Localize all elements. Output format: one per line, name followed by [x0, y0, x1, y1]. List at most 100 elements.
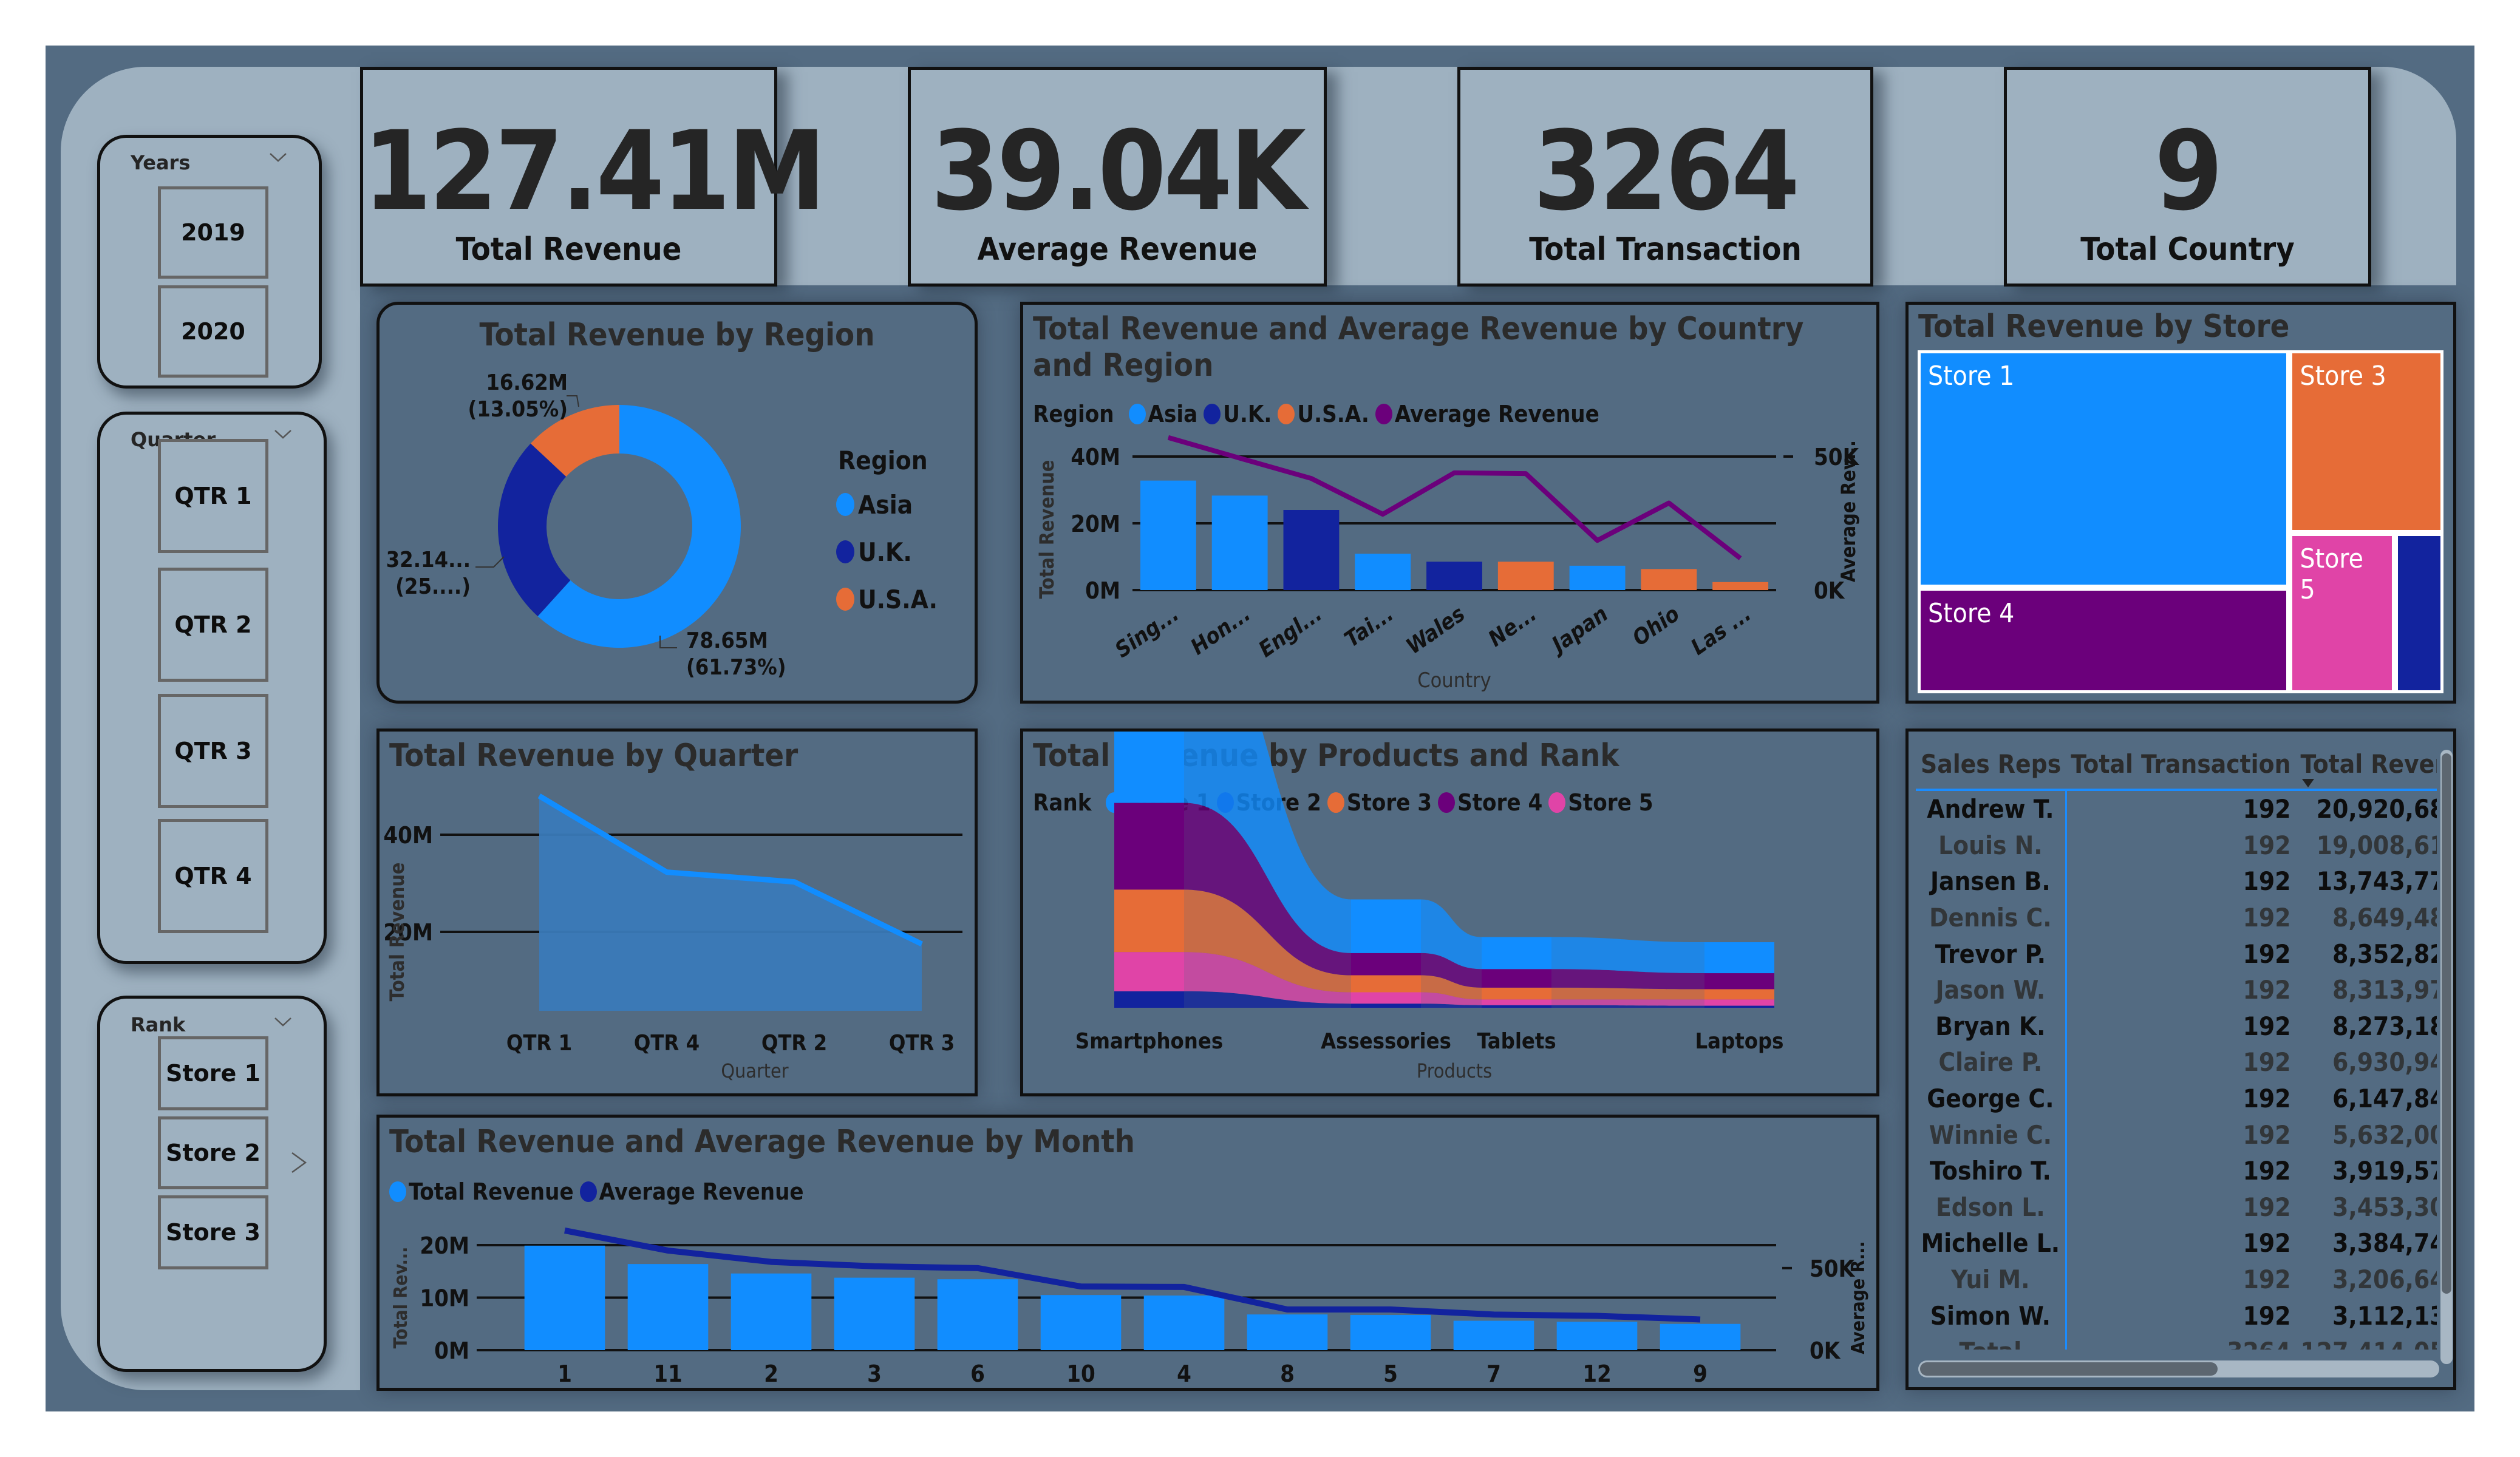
- horizontal-scrollbar[interactable]: [1918, 1360, 2439, 1377]
- ribbon-segment[interactable]: [1114, 889, 1184, 953]
- slicer-item-store-3[interactable]: Store 3: [158, 1195, 268, 1269]
- table-row[interactable]: Winnie C. 192 5,632,002: [1916, 1116, 2437, 1153]
- legend-item[interactable]: Asia: [836, 481, 938, 528]
- table-row[interactable]: Yui M. 192 3,206,644: [1916, 1261, 2437, 1298]
- chevron-down-icon[interactable]: [268, 148, 288, 168]
- table-row[interactable]: Edson L. 192 3,453,300: [1916, 1189, 2437, 1226]
- column-header-total-revenue[interactable]: Total Rever: [2296, 742, 2437, 787]
- table-row[interactable]: Toshiro T. 192 3,919,573: [1916, 1152, 2437, 1189]
- bar[interactable]: [1140, 480, 1196, 590]
- transaction-count: 192: [2242, 1192, 2291, 1222]
- legend-item[interactable]: U.S.A.: [836, 576, 938, 623]
- ribbon-segment[interactable]: [1351, 953, 1421, 976]
- slicer-item-qtr-3[interactable]: QTR 3: [158, 694, 268, 808]
- ribbon-segment[interactable]: [1482, 1005, 1551, 1008]
- table-row[interactable]: Louis N. 192 19,008,610: [1916, 827, 2437, 864]
- bar[interactable]: [1712, 582, 1769, 590]
- bar[interactable]: [1660, 1323, 1741, 1350]
- table-row[interactable]: Claire P. 192 6,930,946: [1916, 1044, 2437, 1081]
- sort-descending-icon[interactable]: [2301, 779, 2314, 787]
- vertical-scrollbar[interactable]: [2440, 750, 2453, 1364]
- bar[interactable]: [937, 1279, 1018, 1350]
- chevron-down-icon[interactable]: [273, 1012, 293, 1033]
- legend-item[interactable]: U.K.: [836, 528, 938, 576]
- ribbon-segment[interactable]: [1704, 1005, 1774, 1008]
- treemap-cell-store-4[interactable]: Store 4: [1918, 587, 2290, 693]
- bar[interactable]: [1143, 1296, 1225, 1350]
- ribbon-segment[interactable]: [1704, 989, 1774, 1000]
- horizontal-scrollbar-thumb[interactable]: [1920, 1362, 2218, 1376]
- treemap-cell-store-2[interactable]: [2394, 533, 2443, 693]
- bar[interactable]: [1350, 1315, 1431, 1350]
- x-tick-label: Laptops: [1695, 1029, 1784, 1054]
- bar[interactable]: [834, 1277, 915, 1350]
- ribbon-segment[interactable]: [1482, 969, 1551, 988]
- slicer-item-qtr-4[interactable]: QTR 4: [158, 819, 268, 933]
- rep-name: Jansen B.: [1916, 863, 2067, 900]
- ribbon-segment[interactable]: [1114, 803, 1184, 890]
- rep-name: Claire P.: [1916, 1044, 2067, 1081]
- table-row[interactable]: Simon W. 192 3,112,132: [1916, 1297, 2437, 1334]
- slicer-item-2020[interactable]: 2020: [158, 285, 268, 378]
- chevron-right-icon[interactable]: [290, 1150, 308, 1175]
- kpi-value: 127.41M: [363, 108, 826, 235]
- ribbon-segment[interactable]: [1704, 973, 1774, 990]
- slicer-item-qtr-2[interactable]: QTR 2: [158, 568, 268, 682]
- slicer-item-2019[interactable]: 2019: [158, 186, 268, 279]
- ribbon-store-1[interactable]: [1551, 937, 1704, 974]
- treemap-cell-store-3[interactable]: Store 3: [2289, 350, 2443, 534]
- table-row[interactable]: Dennis C. 192 8,649,488: [1916, 899, 2437, 936]
- ribbon-segment[interactable]: [1114, 991, 1184, 1008]
- bar[interactable]: [1497, 562, 1554, 590]
- slicer-item-store-1[interactable]: Store 1: [158, 1036, 268, 1110]
- ribbon-segment[interactable]: [1114, 952, 1184, 991]
- bar[interactable]: [1283, 510, 1340, 590]
- bar[interactable]: [1040, 1295, 1122, 1350]
- ribbon-segment[interactable]: [1351, 899, 1421, 953]
- bar[interactable]: [1453, 1320, 1534, 1350]
- ribbon-segment[interactable]: [1704, 999, 1774, 1006]
- ribbon-segment[interactable]: [1482, 937, 1551, 970]
- bar[interactable]: [1426, 562, 1482, 590]
- slicer-item-qtr-1[interactable]: QTR 1: [158, 439, 268, 553]
- ribbon-segment[interactable]: [1482, 999, 1551, 1005]
- table-row[interactable]: George C. 192 6,147,842: [1916, 1080, 2437, 1117]
- vertical-scrollbar-thumb[interactable]: [2442, 753, 2451, 1294]
- table-row[interactable]: Bryan K. 192 8,273,187: [1916, 1008, 2437, 1045]
- table-row[interactable]: Jansen B. 192 13,743,773: [1916, 863, 2437, 900]
- bar[interactable]: [730, 1273, 812, 1350]
- table-scroll-area: Sales Reps Total Transaction Total Rever…: [1916, 742, 2437, 1350]
- y-axis-title: Total Rev...: [390, 1247, 412, 1349]
- table-row[interactable]: Andrew T. 192 20,920,686: [1916, 790, 2437, 827]
- treemap-cell-store-1[interactable]: Store 1: [1918, 350, 2290, 588]
- y2-tick-label: 0K: [1810, 1337, 1841, 1364]
- ribbon-segment[interactable]: [1351, 1004, 1421, 1008]
- column-header-sales-reps[interactable]: Sales Reps: [1916, 742, 2066, 785]
- ribbon-segment[interactable]: [1482, 987, 1551, 1000]
- slicer-item-store-2[interactable]: Store 2: [158, 1116, 268, 1189]
- ribbon-segment[interactable]: [1704, 942, 1774, 974]
- chevron-down-icon[interactable]: [273, 424, 293, 445]
- table-row[interactable]: Trevor P. 192 8,352,822: [1916, 936, 2437, 972]
- ribbon-segment[interactable]: [1351, 992, 1421, 1004]
- bar[interactable]: [1569, 565, 1626, 590]
- region-legend: Asia U.K. U.S.A.: [836, 481, 938, 623]
- products-chart-card: Total Revenue by Products and Rank Rank S…: [1020, 728, 1879, 1096]
- ribbon-segment[interactable]: [1351, 975, 1421, 993]
- bar[interactable]: [1556, 1322, 1638, 1350]
- x-axis-title: Country: [1417, 668, 1491, 693]
- column-header-total-transaction[interactable]: Total Transaction: [2066, 742, 2295, 785]
- table-row[interactable]: Jason W. 192 8,313,976: [1916, 971, 2437, 1008]
- ribbon-segment[interactable]: [1114, 732, 1184, 803]
- bar[interactable]: [627, 1264, 709, 1350]
- ribbon-store-5[interactable]: [1551, 999, 1704, 1006]
- bar[interactable]: [524, 1245, 605, 1350]
- bar[interactable]: [1355, 554, 1411, 590]
- bar[interactable]: [1247, 1314, 1328, 1350]
- bar[interactable]: [1211, 495, 1268, 590]
- treemap-cell-store-5[interactable]: Store 5: [2289, 533, 2395, 693]
- bar[interactable]: [1641, 569, 1697, 590]
- table-row[interactable]: Michelle L. 192 3,384,749: [1916, 1225, 2437, 1262]
- ribbon-store-3[interactable]: [1551, 987, 1704, 1000]
- table-total-row[interactable]: Total3264127,414,058: [1916, 1333, 2437, 1350]
